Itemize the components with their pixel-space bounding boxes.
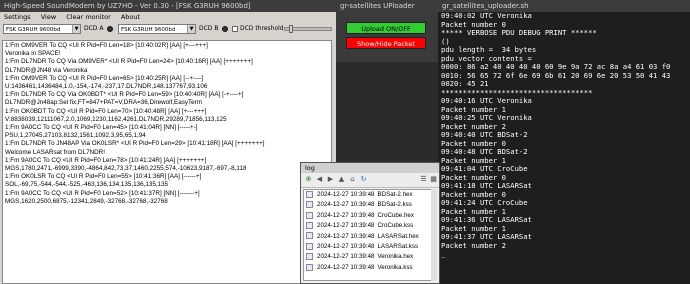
monitor-line: 1:Fm DL7NDR To CQ Via OK0BDT* <UI R Pid=… [5,91,244,99]
monitor-line: Welcome LASARsat from DL7NDR! [5,148,105,156]
modem-toolbar: FSK G3RUH 9600bd ▼ DCD A FSK G3RUH 9600b… [0,22,336,36]
mode-a-value: FSK G3RUH 9600bd [6,27,61,33]
terminal-window: gr_satellites_uploader.sh 09:40:02 UTC V… [438,0,690,284]
dcd-b-led [222,26,228,32]
file-date: 2024-12-27 10:39:48 [317,191,375,198]
file-list[interactable]: 2024-12-27 10:39:48 BDSat-2.hex 2024-12-27… [303,189,437,281]
upload-toggle-button[interactable]: Upload ON/OFF [346,22,426,34]
dcd-threshold-label: DCD threshold [240,25,284,32]
dcd-b-label: DCD B [199,25,219,32]
menu-settings[interactable]: Settings [4,13,31,21]
file-name: Veronika.kss [377,263,413,271]
terminal-line: ***** VERBOSE PDU DEBUG PRINT ****** [441,28,597,37]
file-icon [306,232,313,240]
file-row[interactable]: 2024-12-27 10:39:48 BDSat-2.kss [304,200,436,210]
file-date: 2024-12-27 10:39:48 [317,201,375,209]
back-icon[interactable]: ◀ [315,175,324,184]
file-name: LASARSat.hex [377,232,419,240]
file-row[interactable]: 2024-12-27 10:39:48 Veronika.hex [304,252,436,262]
file-row[interactable]: 2024-12-27 10:39:48 LASARSat.kss [304,242,436,252]
file-date: 2024-12-27 10:39:48 [317,232,375,240]
monitor-line: 1:Fm 9A0CC To CQ <UI R Pid=F0 Len=78> [1… [5,156,207,164]
file-row[interactable]: 2024-12-27 10:39:48 CroCube.hex [304,211,436,221]
file-date: 2024-12-27 10:39:48 [317,211,375,219]
terminal-line: _ [441,249,446,258]
file-date: 2024-12-27 10:39:48 [317,242,375,250]
home-icon[interactable]: ⌂ [348,175,357,184]
soundmodem-window: High-Speed SoundModem by UZ7HO - Ver 0.3… [0,0,336,284]
mode-b-value: FSK G3RUH 9600bd [121,27,176,33]
terminal-title: gr_satellites_uploader.sh [438,0,690,12]
monitor-line: MGS,1620,2500,6875,-12341,2849,-32768,-3… [5,197,168,205]
monitor-line: PSU,1,27045,27103,8132,1561,1092,3,95,65… [5,132,146,140]
scrollbar[interactable] [431,189,437,281]
add-icon[interactable]: ⊕ [304,175,313,184]
monitor-line: V:8838039,12111067,2.0,1069,1230,1162,42… [5,115,227,123]
file-name: CroCube.kss [377,222,414,230]
up-icon[interactable]: ▲ [337,175,346,184]
mode-a-select[interactable]: FSK G3RUH 9600bd ▼ [3,24,81,34]
monitor-line: 1:Fm OK0BDT To CQ <UI R Pid=F0 Len=70> [… [5,107,207,115]
mode-b-select[interactable]: FSK G3RUH 9600bd ▼ [118,24,196,34]
terminal-output[interactable]: 09:40:02 UTC Veronika Packet number 0 ****… [441,12,687,284]
dcd-threshold-checkbox[interactable] [232,26,238,32]
dcd-threshold-slider[interactable] [284,25,332,33]
monitor-line: DL7NDR@JN48 via Veronika [5,66,88,74]
file-row[interactable]: 2024-12-27 10:39:48 CroCube.kss [304,221,436,231]
file-date: 2024-12-27 10:39:48 [317,222,375,230]
dcd-a-led [107,26,113,32]
file-row[interactable]: 2024-12-27 10:39:48 LASARSat.hex [304,232,436,242]
menu-view[interactable]: View [41,13,56,21]
monitor-line: SOL,-69,75,-544,-544,-525,-463,136,134,1… [5,181,169,189]
menu-clear-monitor[interactable]: Clear monitor [66,13,111,21]
file-name: BDSat-2.kss [377,201,412,209]
menu-about[interactable]: About [121,13,140,21]
show-hide-packet-button[interactable]: Show/Hide Packet [346,37,426,49]
file-icon [306,190,313,198]
chevron-down-icon: ▼ [187,25,195,33]
monitor-line: 1:Fm OM9VER To CQ <UI R Pid=F0 Len=18> [… [5,42,208,49]
dcd-a-label: DCD A [84,25,104,32]
list-view-icon[interactable]: ☰ [419,175,428,184]
file-date: 2024-12-27 10:39:48 [317,263,375,271]
monitor-line: 1:Fm 9A0CC To CQ <UI R Pid=F0 Len=45> [1… [5,124,198,132]
file-row[interactable]: 2024-12-27 10:39:48 Veronika.kss [304,263,436,273]
file-name: BDSat-2.hex [377,191,413,198]
monitor-line: 1:Fm OK0LSR To CQ <UI R Pid=F0 Len=55> [… [5,173,202,181]
log-window: log ⊕ ◀ ▶ ▲ ⌂ ↻ ☰ ▦ 2024-12-27 10:39:48 B… [300,162,440,284]
terminal-line: Packet number 2 [441,240,506,250]
monitor-line: MGS,1780,2471,-6999,3390,-4864,842,73,37… [5,165,247,173]
monitor-line: 1:Fm DL7NDR To JN48AP Via OK0LSR* <UI R … [5,140,265,148]
file-icon [306,201,313,209]
file-icon [306,222,313,230]
file-date: 2024-12-27 10:39:48 [317,253,375,261]
monitor-line: 1:Fm OM9VER To CQ <UI R Pid=F0 Len=65> [… [5,74,204,82]
chevron-down-icon: ▼ [72,25,80,33]
file-icon [306,253,313,261]
soundmodem-title: High-Speed SoundModem by UZ7HO - Ver 0.3… [0,0,336,12]
icon-view-icon[interactable]: ▦ [429,175,438,184]
uploader-title: gr-satellites UPloader [336,0,438,12]
monitor-line: DL7NDR@Jn48ap:Sel fix,FT=847+PAT=V,DRA=3… [5,99,203,107]
monitor-text[interactable]: 1:Fm OM9VER To CQ <UI R Pid=F0 Len=18> [… [2,40,332,284]
monitor-line: U:1436461,1436484,1.0,-154,-174,-237,17.… [5,83,208,91]
monitor-line: Veronika in SPACE! [5,50,61,58]
file-name: CroCube.hex [377,211,414,219]
forward-icon[interactable]: ▶ [326,175,335,184]
file-icon [306,211,313,219]
file-icon [306,242,313,250]
monitor-line: 1:Fm 9A0CC To CQ <UI R Pid=F0 Len=52> [1… [5,189,200,197]
file-name: LASARSat.kss [377,242,419,250]
monitor-line: 1:Fm DL7NDR To CQ Via OM9VER* <UI R Pid=… [5,58,253,66]
refresh-icon[interactable]: ↻ [359,175,368,184]
file-icon [306,263,313,271]
file-name: Veronika.hex [377,253,414,261]
log-toolbar: ⊕ ◀ ▶ ▲ ⌂ ↻ ☰ ▦ [301,173,439,188]
menu-bar: Settings View Clear monitor About [0,12,336,22]
slider-thumb[interactable] [289,25,293,33]
log-title: log [301,163,439,173]
file-row[interactable]: 2024-12-27 10:39:48 BDSat-2.hex [304,190,436,200]
